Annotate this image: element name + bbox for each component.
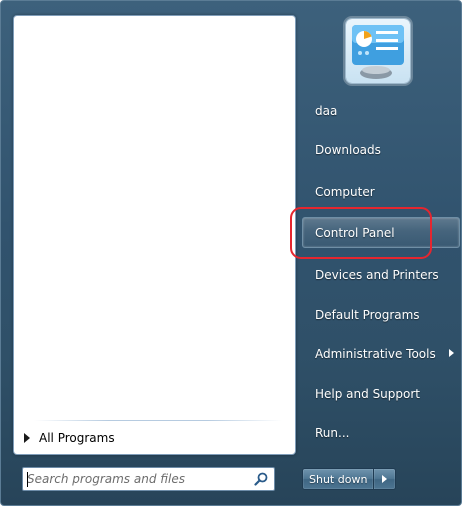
help-and-support-label: Help and Support: [315, 386, 420, 401]
start-menu: All Programs daa Downloads Co: [0, 0, 462, 506]
shutdown-options-button[interactable]: [374, 468, 397, 490]
computer-label: Computer: [315, 184, 375, 199]
run-link[interactable]: Run...: [302, 417, 460, 448]
text-cursor: [27, 472, 28, 487]
run-label: Run...: [315, 425, 350, 440]
downloads-label: Downloads: [315, 142, 381, 157]
triangle-right-icon: [382, 475, 388, 483]
administrative-tools-link[interactable]: Administrative Tools: [302, 338, 460, 369]
default-programs-label: Default Programs: [315, 307, 420, 322]
devices-and-printers-label: Devices and Printers: [315, 267, 439, 282]
control-panel-link[interactable]: Control Panel: [302, 217, 460, 248]
triangle-right-icon: [449, 349, 454, 357]
triangle-right-icon: [24, 433, 30, 443]
help-and-support-link[interactable]: Help and Support: [302, 378, 460, 409]
shutdown-group: Shut down: [302, 468, 397, 490]
search-input[interactable]: [27, 470, 242, 488]
control-panel-label: Control Panel: [315, 225, 395, 240]
search-box[interactable]: [22, 467, 275, 491]
user-picture[interactable]: [346, 19, 410, 83]
user-folder-label: daa: [315, 103, 338, 118]
computer-link[interactable]: Computer: [302, 176, 460, 207]
all-programs-label: All Programs: [39, 431, 115, 445]
default-programs-link[interactable]: Default Programs: [302, 299, 460, 330]
devices-and-printers-link[interactable]: Devices and Printers: [302, 259, 460, 290]
shutdown-button[interactable]: Shut down: [302, 468, 375, 490]
program-list: [14, 16, 295, 416]
all-programs-button[interactable]: All Programs: [24, 428, 115, 448]
magnifier-icon[interactable]: [254, 472, 268, 486]
downloads-link[interactable]: Downloads: [302, 134, 460, 165]
user-folder-link[interactable]: daa: [302, 95, 460, 126]
control-panel-picture-icon: [352, 25, 404, 79]
programs-divider: [34, 420, 282, 421]
programs-panel: All Programs: [13, 15, 296, 455]
shutdown-label: Shut down: [309, 472, 368, 486]
administrative-tools-label: Administrative Tools: [315, 346, 436, 361]
